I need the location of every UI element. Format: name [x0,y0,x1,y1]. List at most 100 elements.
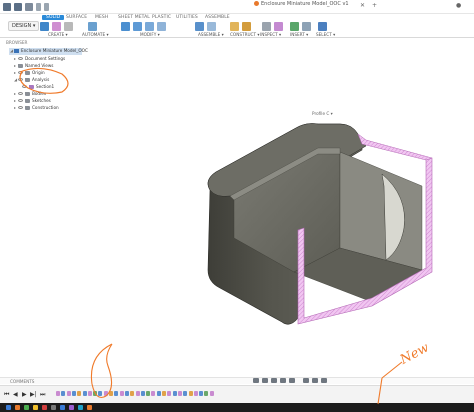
new-tab-icon[interactable]: + [372,2,377,9]
timeline-feature[interactable] [114,391,119,396]
taskbar-app-icon[interactable] [24,405,29,410]
look-at-icon[interactable] [262,378,268,383]
timeline-feature[interactable] [109,391,113,396]
extrude-icon[interactable] [52,22,61,31]
timeline-feature[interactable] [93,391,98,396]
tree-item-construction[interactable]: ▸ Construction [14,105,59,112]
user-icon[interactable]: ● [456,2,461,9]
timeline-feature[interactable] [71,391,76,396]
assemble-menu[interactable]: ASSEMBLE ▾ [198,32,224,37]
select-icon[interactable] [318,22,327,31]
revolve-icon[interactable] [64,22,73,31]
inspect-menu[interactable]: INSPECT ▾ [260,32,281,37]
timeline-feature[interactable] [87,391,92,396]
tree-item-document-settings[interactable]: ▸ Document Settings [14,56,65,63]
fillet-icon[interactable] [133,22,142,31]
timeline-feature[interactable] [98,391,103,396]
construct-menu[interactable]: CONSTRUCT ▾ [230,32,259,37]
timeline-feature[interactable] [162,391,166,396]
chamfer-icon[interactable] [145,22,154,31]
taskbar-app-icon[interactable] [6,405,11,410]
play-icon[interactable]: ▶ [22,391,27,398]
timeline-feature[interactable] [77,391,82,396]
tab-surface[interactable]: SURFACE [66,15,87,20]
new-component-icon[interactable] [195,22,204,31]
timeline-feature[interactable] [177,391,182,396]
tab-utilities[interactable]: UTILITIES [176,15,198,20]
select-menu[interactable]: SELECT ▾ [316,32,335,37]
visibility-icon[interactable] [22,85,27,88]
timeline-feature[interactable] [56,391,60,396]
insert-image-icon[interactable] [290,22,299,31]
timeline-feature[interactable] [151,391,156,396]
modify-menu[interactable]: MODIFY ▾ [140,32,160,37]
orbit-icon[interactable] [253,378,259,383]
go-to-end-icon[interactable]: ⏭ [40,391,45,399]
taskbar-app-icon[interactable] [87,405,92,410]
tree-item-named-views[interactable]: ▸ Named Views [14,63,53,70]
tab-mesh[interactable]: MESH [95,15,108,20]
timeline-feature[interactable] [156,391,161,396]
visibility-icon[interactable] [18,92,23,95]
timeline-feature[interactable] [103,391,108,396]
timeline-feature[interactable] [172,391,177,396]
timeline-feature[interactable] [167,391,172,396]
automate-menu[interactable]: AUTOMATE ▾ [82,32,109,37]
tree-item-analysis[interactable]: ◢ Analysis [14,77,49,84]
tab-sheet-metal[interactable]: SHEET METAL [118,15,150,20]
timeline-feature[interactable] [199,391,204,396]
taskbar-app-icon[interactable] [33,405,38,410]
joint-icon[interactable] [207,22,216,31]
visibility-icon[interactable] [18,71,23,74]
comments-panel[interactable]: COMMENTS [0,377,474,384]
model-viewport[interactable] [190,110,440,340]
go-to-start-icon[interactable]: ⏮ [4,391,9,399]
timeline-feature[interactable] [193,391,198,396]
tab-assemble[interactable]: ASSEMBLE [205,15,230,20]
redo-icon[interactable] [44,3,49,11]
taskbar-app-icon[interactable] [60,405,65,410]
timeline-feature[interactable] [130,391,135,396]
insert-menu[interactable]: INSERT ▾ [290,32,308,37]
timeline-feature[interactable] [119,391,124,396]
timeline-feature[interactable] [188,391,193,396]
taskbar-app-icon[interactable] [15,405,20,410]
fit-icon[interactable] [289,378,295,383]
timeline-feature[interactable] [124,391,129,396]
visibility-icon[interactable] [18,99,23,102]
offset-plane-icon[interactable] [230,22,239,31]
taskbar-app-icon[interactable] [42,405,47,410]
pan-icon[interactable] [271,378,277,383]
visibility-icon[interactable] [18,78,23,81]
grid-icon[interactable] [3,3,11,11]
move-icon[interactable] [157,22,166,31]
undo-icon[interactable] [36,3,41,11]
tree-item-section1[interactable]: Section1 [22,84,54,91]
create-menu[interactable]: CREATE ▾ [48,32,68,37]
zoom-icon[interactable] [280,378,286,383]
visibility-icon[interactable] [18,106,23,109]
taskbar-app-icon[interactable] [51,405,56,410]
taskbar-app-icon[interactable] [78,405,83,410]
design-workspace-button[interactable]: DESIGN ▾ [8,21,40,31]
step-back-icon[interactable]: ◀ [13,391,18,398]
tab-plastic[interactable]: PLASTIC [152,15,171,20]
viewports-icon[interactable] [321,378,327,383]
grid-settings-icon[interactable] [312,378,318,383]
timeline-feature[interactable] [82,391,87,396]
timeline-feature[interactable] [183,391,188,396]
tree-item-bodies[interactable]: ▸ Bodies [14,91,46,98]
file-icon[interactable] [14,3,22,11]
tree-root-component[interactable]: ◢ Enclosure Miniature Model_OOC [9,48,88,55]
timeline-feature[interactable] [135,391,140,396]
new-sketch-icon[interactable] [40,22,49,31]
document-tab[interactable]: Enclosure Miniature Model_OOC v1 [254,1,349,7]
axis-icon[interactable] [242,22,251,31]
save-icon[interactable] [25,3,33,11]
timeline-feature[interactable] [140,391,145,396]
measure-icon[interactable] [262,22,271,31]
automate-icon[interactable] [88,22,97,31]
tab-solid[interactable]: SOLID [42,15,65,20]
display-settings-icon[interactable] [303,378,309,383]
timeline-feature[interactable] [66,391,71,396]
